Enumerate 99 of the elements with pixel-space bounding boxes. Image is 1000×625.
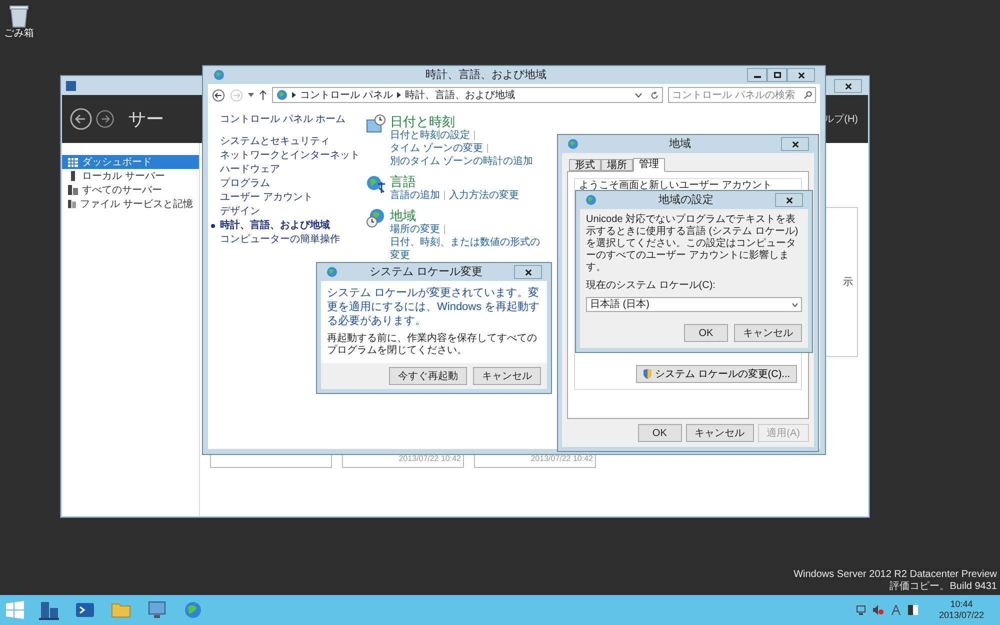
cancel-button[interactable]: キャンセル [473, 367, 541, 385]
control-panel-icon [276, 89, 288, 101]
clock-time[interactable]: 10:44 [950, 599, 973, 610]
close-button[interactable] [787, 68, 815, 82]
globe-icon [213, 69, 225, 81]
globe-clock-icon [366, 208, 386, 228]
edition-text: Windows Server 2012 R2 Datacenter Preview [794, 569, 997, 580]
maximize-button[interactable] [767, 68, 787, 82]
search-field[interactable]: コントロール パネルの検索 [668, 87, 816, 103]
globe-icon [567, 138, 579, 150]
restart-button[interactable]: 今すぐ再起動 [389, 367, 467, 385]
icon-label: ごみ箱 [4, 28, 34, 40]
category-title[interactable]: 日付と時刻 [390, 114, 540, 129]
note-text: 再起動する前に、作業内容を保存してすべてのプログラムを閉じてください。 [327, 333, 538, 357]
breadcrumb-arrow-icon [292, 92, 296, 98]
globe-character-icon [366, 174, 386, 194]
search-icon [804, 91, 812, 99]
close-button[interactable] [514, 265, 542, 279]
category-link[interactable]: 日付と時刻の設定 [390, 129, 470, 142]
category-link[interactable]: 別のタイム ゾーンの時計の追加 [390, 155, 533, 168]
category-link[interactable]: 入力方法の変更 [449, 189, 519, 202]
nav-link[interactable]: ユーザー アカウント [220, 192, 358, 204]
bullet-icon [211, 224, 215, 228]
chevron-down-icon[interactable] [635, 92, 642, 98]
server-icon [68, 171, 78, 181]
address-bar[interactable]: コントロール パネル 時計、言語、および地域 [272, 87, 663, 103]
close-icon [844, 82, 852, 90]
speaker-muted-icon[interactable] [872, 605, 884, 615]
close-button[interactable] [775, 193, 803, 207]
monitor-icon[interactable] [146, 599, 168, 621]
calendar-clock-icon [366, 114, 386, 134]
tile-timestamp: 2013/07/22 10:42 [530, 453, 593, 465]
locale-select[interactable]: 日本語 (日本) [586, 297, 802, 312]
category-link[interactable]: 場所の変更 [390, 223, 440, 236]
tab[interactable]: 管理 [633, 158, 665, 172]
window-title: 時計、言語、および地域 [424, 68, 548, 83]
caret-icon[interactable] [248, 93, 254, 97]
breadcrumb-arrow-icon [396, 92, 401, 98]
panel-text: 示 [843, 276, 853, 290]
breadcrumb-item[interactable]: 時計、言語、および地域 [404, 88, 515, 102]
server-icon[interactable] [38, 599, 60, 621]
ok-button[interactable]: OK [638, 424, 682, 442]
maximize-icon [774, 72, 780, 78]
close-button[interactable] [781, 137, 809, 151]
edition-text: 評価コピー。Build 9431 [890, 581, 997, 593]
close-icon [792, 140, 798, 148]
category-link[interactable]: タイム ゾーンの変更 [390, 142, 483, 155]
message-text: システム ロケールが変更されています。変更を適用にするには、Windows を再起動する必要があります。 [327, 286, 541, 328]
header-title: サー [128, 108, 164, 130]
window-title: システム ロケール変更 [368, 264, 484, 280]
input-mode-icon[interactable] [890, 605, 901, 615]
close-button[interactable] [834, 79, 862, 93]
close-icon [524, 268, 532, 276]
change-locale-button[interactable]: システム ロケールの変更(C)... [636, 365, 797, 383]
nav-link[interactable]: ネットワークとインターネット [220, 150, 358, 162]
network-icon[interactable] [856, 605, 866, 615]
category-title[interactable]: 言語 [390, 174, 519, 189]
clock-date[interactable]: 2013/07/22 [938, 610, 984, 621]
shield-icon [643, 369, 652, 379]
nav-link[interactable]: ハードウェア [220, 164, 358, 176]
cancel-button[interactable]: キャンセル [686, 424, 754, 442]
category-title[interactable]: 地域 [390, 208, 540, 223]
field-label: 現在のシステム ロケール(C): [586, 279, 716, 293]
servers-icon [68, 185, 78, 195]
refresh-icon[interactable] [650, 90, 659, 100]
nav-link[interactable]: コンピューターの簡単操作 [220, 234, 358, 246]
close-icon [798, 72, 804, 78]
minimize-icon [754, 76, 760, 78]
nav-link[interactable]: コントロール パネル ホーム [220, 114, 358, 126]
sidebar-item[interactable]: ダッシュボード [62, 155, 199, 169]
sidebar-item[interactable]: すべてのサーバー [62, 183, 199, 197]
category-link[interactable]: 言語の追加 [390, 189, 440, 202]
window-title: 地域 [668, 136, 692, 152]
breadcrumb-item[interactable]: コントロール パネル [300, 88, 393, 102]
window-title: 地域の設定 [658, 192, 714, 208]
grid-icon [68, 158, 78, 166]
tab[interactable]: 形式 [569, 159, 601, 171]
minimize-button[interactable] [747, 68, 767, 82]
ok-button[interactable]: OK [684, 324, 728, 342]
storage-icon [68, 199, 76, 209]
description-text: Unicode 対応でないプログラムでテキストを表示するときに使用する言語 (システム ロケール) を選択してください。この設定はコンピューターのすべてのユーザー アカウントに影響します。 [586, 214, 800, 274]
start-icon[interactable] [6, 601, 24, 619]
nav-link[interactable]: デザイン [220, 206, 358, 218]
tile-timestamp: 2013/07/22 10:42 [398, 453, 461, 465]
nav-link[interactable]: 時計、言語、および地域 [220, 220, 358, 232]
sidebar-item[interactable]: ローカル サーバー [62, 169, 199, 183]
trash-bin-icon[interactable] [9, 4, 29, 28]
close-icon [786, 196, 792, 204]
up-arrow-icon[interactable] [259, 90, 267, 100]
nav-link[interactable]: システムとセキュリティ [220, 136, 358, 148]
chevron-down-icon [792, 302, 798, 306]
sidebar-item[interactable]: ファイル サービスと記憶 [62, 197, 199, 211]
cancel-button[interactable]: キャンセル [734, 324, 802, 342]
globe-icon [585, 194, 597, 206]
tab[interactable]: 場所 [601, 159, 633, 171]
nav-link[interactable]: プログラム [220, 178, 358, 190]
globe-icon [326, 266, 338, 278]
category-link[interactable]: 日付、時刻、または数値の形式の変更 [390, 236, 540, 262]
group-label: ようこそ画面と新しいユーザー アカウント [579, 178, 773, 193]
